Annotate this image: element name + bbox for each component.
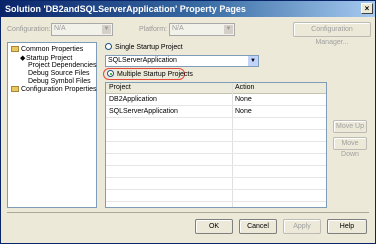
row-project: SQLServerApplication [109,108,178,115]
close-icon: × [364,4,370,13]
table-row-empty [106,191,326,202]
table-row-empty [106,155,326,166]
property-pages-window: Solution 'DB2andSQLServerApplication' Pr… [0,0,376,244]
folder-open-icon [11,46,19,52]
table-row-empty [106,143,326,154]
platform-label: Platform: [139,26,168,33]
table-row-empty [106,179,326,190]
tree-item-startup-project[interactable]: ◆Startup Project [20,54,72,62]
configuration-label: Configuration: [7,26,51,33]
row-project: DB2Application [109,96,157,103]
title-bar[interactable]: Solution 'DB2andSQLServerApplication' Pr… [1,1,375,17]
window-title: Solution 'DB2andSQLServerApplication' Pr… [5,4,246,14]
startup-project-panel: Single Startup Project SQLServerApplicat… [103,42,369,208]
ok-button[interactable]: OK [195,219,233,234]
table-row[interactable]: SQLServerApplication None [106,107,326,118]
chevron-down-icon: ▼ [248,56,258,66]
tree-item-project-dependencies[interactable]: Project Dependencies [28,62,97,69]
table-row[interactable]: DB2Application None [106,95,326,106]
table-row-empty [106,167,326,178]
move-down-button[interactable]: Move Down [333,137,367,158]
single-startup-radio[interactable] [105,43,112,50]
configuration-value: N/A [54,25,66,32]
single-startup-option[interactable]: Single Startup Project [105,43,183,51]
column-header-project[interactable]: Project [109,84,131,91]
single-startup-combo[interactable]: SQLServerApplication ▼ [105,55,259,67]
tree-item-common-properties[interactable]: Common Properties [11,46,83,53]
multiple-startup-radio[interactable] [107,70,114,77]
table-row-empty [106,119,326,130]
tree-item-configuration-properties[interactable]: Configuration Properties [11,86,97,93]
platform-combo[interactable]: N/A ▼ [169,23,235,36]
configuration-bar: Configuration: N/A ▼ Platform: N/A ▼ Con… [7,22,371,46]
bottom-separator [7,212,369,213]
property-tree: Common Properties ◆Startup Project Proje… [7,42,97,208]
row-action[interactable]: None [235,108,252,115]
tree-item-debug-symbol-files[interactable]: Debug Symbol Files [28,78,91,85]
single-startup-value: SQLServerApplication [108,57,177,64]
folder-icon [11,86,19,92]
move-up-button[interactable]: Move Up [333,120,367,133]
configuration-combo[interactable]: N/A ▼ [51,23,113,36]
tree-item-debug-source-files[interactable]: Debug Source Files [28,70,89,77]
chevron-down-icon: ▼ [102,25,111,34]
multiple-startup-option[interactable]: Multiple Startup Projects [107,70,193,78]
close-button[interactable]: × [361,3,373,14]
cancel-button[interactable]: Cancel [239,219,277,234]
startup-projects-grid: Project Action DB2Application None SQLSe… [105,82,327,208]
column-header-action[interactable]: Action [235,84,254,91]
row-action[interactable]: None [235,96,252,103]
configuration-manager-button[interactable]: Configuration Manager... [293,22,371,46]
platform-value: N/A [172,25,184,32]
table-row-empty [106,131,326,142]
chevron-down-icon: ▼ [224,25,233,34]
grid-header: Project Action [106,83,326,94]
help-button[interactable]: Help [327,219,367,234]
apply-button[interactable]: Apply [283,219,321,234]
